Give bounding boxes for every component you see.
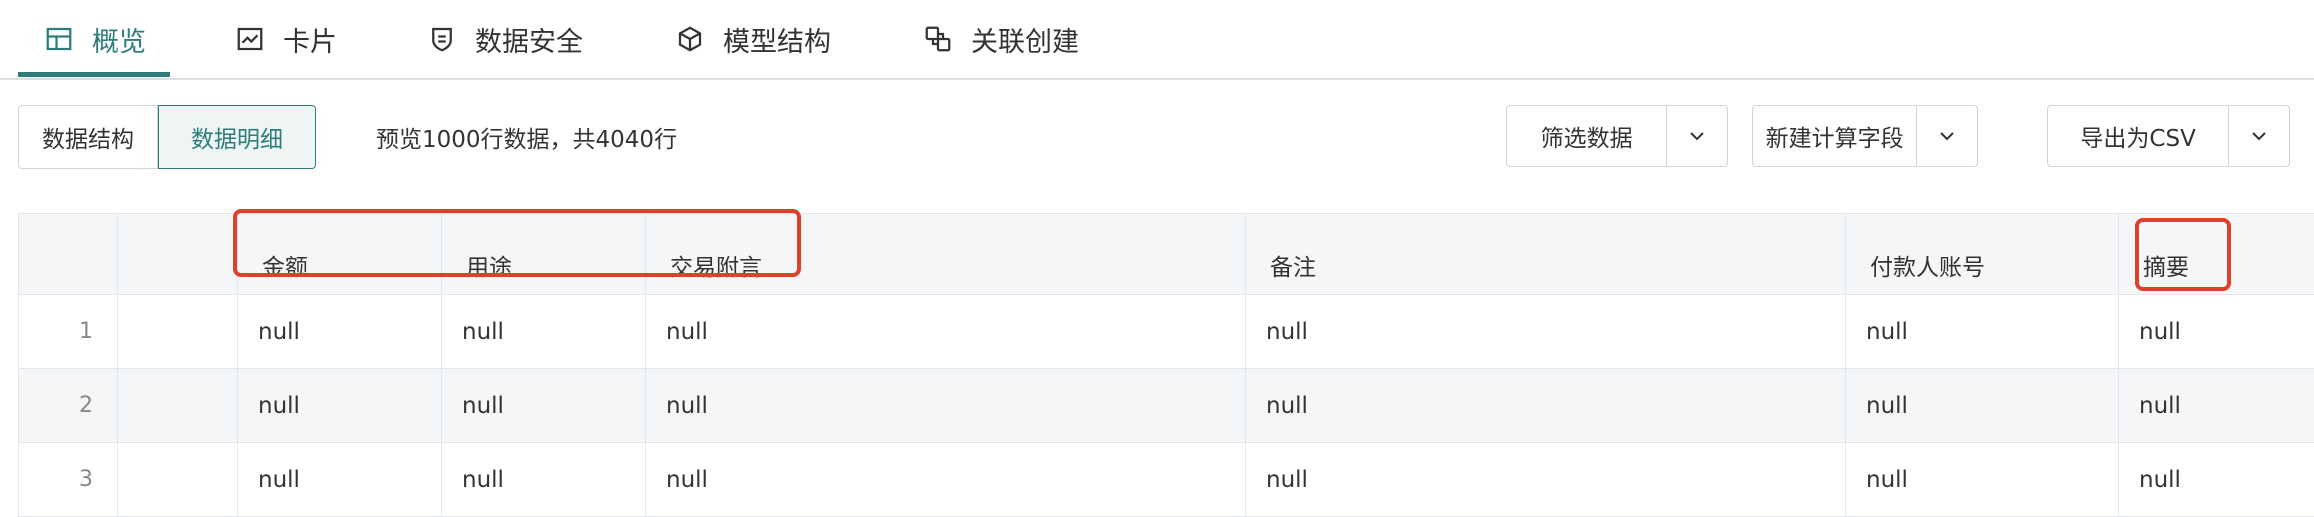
table-cell: null [646, 295, 1246, 368]
preview-info: 预览1000行数据，共4040行 [376, 127, 678, 153]
tab-label: 概览 [92, 26, 146, 58]
table-cell: null [238, 369, 442, 442]
table-cell: null [646, 369, 1246, 442]
table-cell: null [646, 443, 1246, 516]
new-field-caret[interactable] [1917, 106, 1977, 166]
table-cell: null [2139, 318, 2181, 345]
table-cell: null [442, 295, 646, 368]
tab-label: 模型结构 [723, 26, 831, 58]
tab-relation-create[interactable]: 关联创建 [923, 0, 1079, 78]
export-caret[interactable] [2229, 106, 2289, 166]
filter-caret[interactable] [1667, 106, 1727, 166]
data-structure-button[interactable]: 数据结构 [18, 105, 158, 169]
table-cell: null [2139, 392, 2181, 419]
view-switch: 数据结构 数据明细 [18, 105, 316, 169]
table-cell: null [238, 443, 442, 516]
blank-cell [118, 295, 238, 368]
table-cell: null [1846, 295, 2119, 368]
column-header-amount[interactable]: 金额 [238, 214, 442, 294]
index-header [19, 214, 118, 294]
table-cell: null [442, 369, 646, 442]
column-header-payer-account[interactable]: 付款人账号 [1846, 214, 2119, 294]
row-index: 2 [19, 369, 118, 442]
table-cell: null [1846, 369, 2119, 442]
data-detail-button[interactable]: 数据明细 [158, 105, 316, 169]
tab-data-security[interactable]: 数据安全 [427, 0, 583, 78]
blank-header [118, 214, 238, 294]
table-cell: null [1246, 295, 1846, 368]
new-calc-field-button[interactable]: 新建计算字段 [1753, 106, 1918, 166]
table-icon [44, 24, 74, 54]
shield-icon [427, 24, 457, 54]
column-header-summary[interactable]: 摘要 [2119, 214, 2314, 294]
table-row: 2 null null null null null null [19, 369, 2314, 443]
export-dropdown: 导出为CSV [2047, 105, 2290, 167]
table-cell: null [1246, 443, 1846, 516]
export-csv-button[interactable]: 导出为CSV [2048, 106, 2230, 166]
filter-dropdown: 筛选数据 [1506, 105, 1728, 167]
column-header-remark[interactable]: 备注 [1246, 214, 1846, 294]
tab-label: 关联创建 [971, 26, 1079, 58]
blank-cell [118, 369, 238, 442]
active-tab-indicator [18, 72, 170, 77]
table-row: 1 null null null null null null [19, 295, 2314, 369]
link-icon [923, 24, 953, 54]
column-header-purpose[interactable]: 用途 [442, 214, 646, 294]
table-header: 金额 用途 交易附言 备注 付款人账号 摘要 [19, 214, 2314, 295]
row-index: 3 [19, 443, 118, 516]
tab-label: 数据安全 [475, 26, 583, 58]
table-cell: null [238, 295, 442, 368]
data-table: 金额 用途 交易附言 备注 付款人账号 摘要 1 null null null … [18, 213, 2314, 517]
table-cell: null [1846, 443, 2119, 516]
tab-model-structure[interactable]: 模型结构 [675, 0, 831, 78]
table-cell: null [2139, 466, 2181, 493]
blank-cell [118, 443, 238, 516]
cube-icon [675, 24, 705, 54]
row-index: 1 [19, 295, 118, 368]
chart-icon [235, 24, 265, 54]
tab-label: 卡片 [283, 26, 337, 58]
chevron-down-icon [2252, 132, 2266, 141]
table-row: 3 null null null null null null [19, 443, 2314, 517]
chevron-down-icon [1940, 132, 1954, 141]
tab-cards[interactable]: 卡片 [235, 0, 337, 78]
table-cell: null [1246, 369, 1846, 442]
column-header-transaction-note[interactable]: 交易附言 [646, 214, 1246, 294]
tab-bar: 概览 卡片 数据安全 模型结构 关联创建 [0, 0, 2314, 80]
new-field-dropdown: 新建计算字段 [1752, 105, 1978, 167]
tab-overview[interactable]: 概览 [44, 0, 146, 78]
filter-data-button[interactable]: 筛选数据 [1507, 106, 1668, 166]
chevron-down-icon [1690, 132, 1704, 141]
table-cell: null [442, 443, 646, 516]
